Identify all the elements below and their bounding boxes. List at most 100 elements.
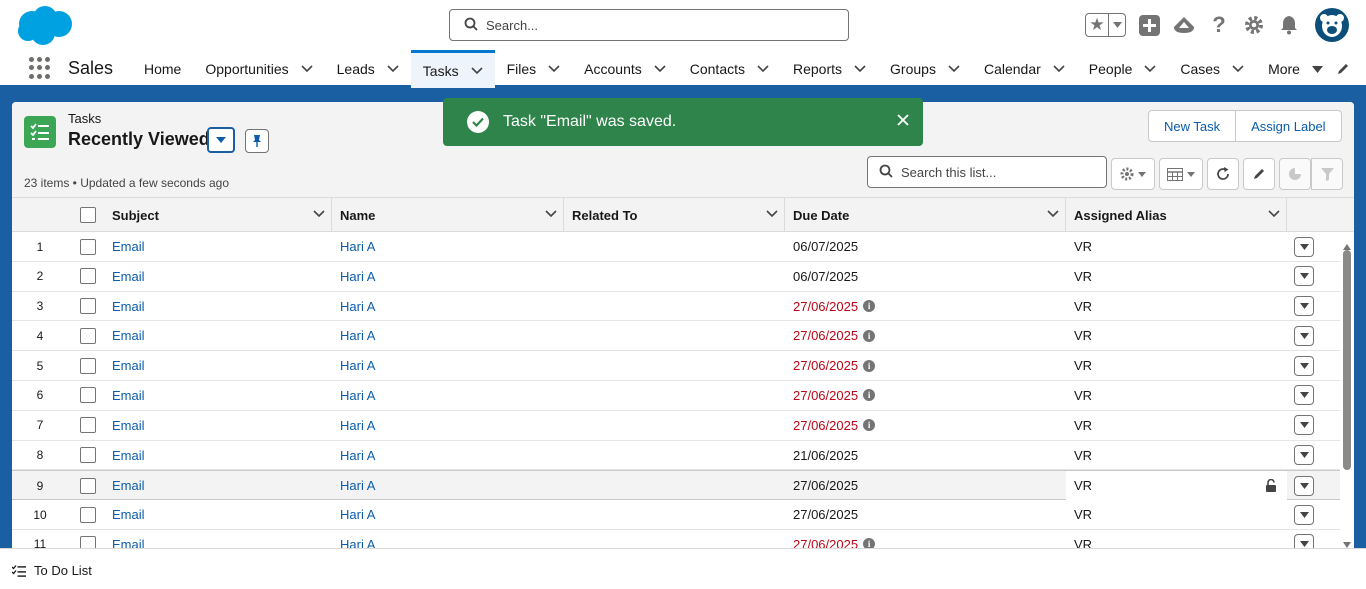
nav-item-cases[interactable]: Cases	[1168, 50, 1256, 88]
chevron-down-icon[interactable]	[1232, 65, 1244, 73]
table-scrollbar[interactable]	[1340, 232, 1354, 548]
row-checkbox[interactable]	[80, 477, 96, 494]
row-checkbox[interactable]	[80, 536, 96, 548]
subject-link[interactable]: Email	[112, 388, 145, 403]
nav-item-people[interactable]: People	[1077, 50, 1169, 88]
overdue-info-icon[interactable]: i	[863, 359, 876, 372]
chevron-down-icon[interactable]	[301, 65, 313, 73]
name-link[interactable]: Hari A	[340, 537, 375, 548]
name-link[interactable]: Hari A	[340, 239, 375, 254]
inline-edit-button[interactable]	[1243, 158, 1275, 190]
name-link[interactable]: Hari A	[340, 418, 375, 433]
close-icon[interactable]	[897, 114, 909, 129]
row-actions-button[interactable]	[1294, 504, 1314, 525]
pin-list-view-button[interactable]	[245, 129, 269, 153]
subject-link[interactable]: Email	[112, 507, 145, 522]
row-checkbox[interactable]	[80, 506, 96, 523]
add-icon[interactable]	[1137, 13, 1161, 37]
row-actions-button[interactable]	[1294, 415, 1314, 436]
list-view-controls-button[interactable]	[1111, 158, 1155, 190]
column-header-subject[interactable]: Subject	[104, 198, 332, 232]
list-view-title[interactable]: Recently Viewed	[68, 129, 210, 150]
filters-button[interactable]	[1311, 158, 1343, 190]
favorites-menu-chevron-icon[interactable]	[1109, 22, 1125, 28]
nav-item-groups[interactable]: Groups	[878, 50, 972, 88]
refresh-button[interactable]	[1207, 158, 1239, 190]
chevron-down-icon[interactable]	[1144, 65, 1156, 73]
favorites-button-group[interactable]: ★	[1085, 13, 1126, 37]
user-avatar[interactable]	[1315, 8, 1349, 42]
overdue-info-icon[interactable]: i	[863, 389, 876, 402]
chevron-down-icon[interactable]	[1047, 210, 1059, 218]
name-link[interactable]: Hari A	[340, 507, 375, 522]
scroll-down-arrow-icon[interactable]	[1343, 536, 1351, 548]
nav-item-calendar[interactable]: Calendar	[972, 50, 1077, 88]
nav-item-files[interactable]: Files	[495, 50, 573, 88]
chevron-down-icon[interactable]	[1268, 210, 1280, 218]
row-actions-button[interactable]	[1294, 325, 1314, 346]
chevron-down-icon[interactable]	[313, 210, 325, 218]
list-search[interactable]	[867, 156, 1107, 188]
nav-item-more[interactable]: More	[1256, 50, 1335, 88]
nav-item-tasks[interactable]: Tasks	[410, 50, 495, 88]
chevron-down-icon[interactable]	[948, 65, 960, 73]
utility-item-to-do-list[interactable]: To Do List	[12, 563, 92, 578]
column-header-assigned-alias[interactable]: Assigned Alias	[1066, 198, 1287, 232]
subject-link[interactable]: Email	[112, 448, 145, 463]
subject-link[interactable]: Email	[112, 537, 145, 548]
help-icon[interactable]: ?	[1207, 12, 1231, 37]
row-actions-button[interactable]	[1294, 236, 1314, 257]
row-checkbox[interactable]	[80, 417, 96, 434]
row-actions-button[interactable]	[1294, 266, 1314, 287]
overdue-info-icon[interactable]: i	[863, 300, 876, 313]
chevron-down-icon[interactable]	[387, 65, 399, 73]
chevron-down-icon[interactable]	[766, 210, 778, 218]
column-header-name[interactable]: Name	[332, 198, 564, 232]
display-as-table-button[interactable]	[1159, 158, 1203, 190]
name-link[interactable]: Hari A	[340, 478, 375, 493]
salesforce-logo[interactable]	[14, 4, 76, 46]
chevron-down-icon[interactable]	[1053, 65, 1065, 73]
column-header-due-date[interactable]: Due Date	[785, 198, 1066, 232]
chevron-down-icon[interactable]	[654, 65, 666, 73]
row-actions-button[interactable]	[1294, 445, 1314, 466]
row-checkbox[interactable]	[80, 268, 96, 285]
chevron-down-icon[interactable]	[471, 66, 483, 75]
nav-item-reports[interactable]: Reports	[781, 50, 878, 88]
row-checkbox[interactable]	[80, 327, 96, 344]
overdue-info-icon[interactable]: i	[863, 538, 876, 548]
nav-item-home[interactable]: Home	[132, 50, 193, 88]
list-search-input[interactable]	[901, 164, 1101, 180]
subject-link[interactable]: Email	[112, 269, 145, 284]
overdue-info-icon[interactable]: i	[863, 329, 876, 342]
row-checkbox[interactable]	[80, 298, 96, 315]
column-header-related-to[interactable]: Related To	[564, 198, 785, 232]
chevron-down-icon[interactable]	[757, 65, 769, 73]
overdue-info-icon[interactable]: i	[863, 419, 876, 432]
row-actions-button[interactable]	[1294, 475, 1314, 496]
app-launcher-icon[interactable]	[29, 57, 51, 79]
nav-item-opportunities[interactable]: Opportunities	[193, 50, 324, 88]
edit-nav-pencil-icon[interactable]	[1336, 62, 1350, 79]
assign-label-button[interactable]: Assign Label	[1236, 110, 1342, 142]
chevron-down-icon[interactable]	[548, 65, 560, 73]
name-link[interactable]: Hari A	[340, 269, 375, 284]
name-link[interactable]: Hari A	[340, 299, 375, 314]
name-link[interactable]: Hari A	[340, 358, 375, 373]
global-search-input[interactable]	[486, 17, 826, 33]
setup-gear-icon[interactable]	[1242, 13, 1266, 37]
row-actions-button[interactable]	[1294, 296, 1314, 317]
subject-link[interactable]: Email	[112, 299, 145, 314]
nav-item-accounts[interactable]: Accounts	[572, 50, 678, 88]
row-actions-button[interactable]	[1294, 385, 1314, 406]
subject-link[interactable]: Email	[112, 328, 145, 343]
chevron-down-icon[interactable]	[545, 210, 557, 218]
notifications-bell-icon[interactable]	[1277, 13, 1301, 37]
subject-link[interactable]: Email	[112, 239, 145, 254]
select-all-checkbox[interactable]	[80, 207, 96, 223]
scrollbar-thumb[interactable]	[1343, 250, 1351, 470]
subject-link[interactable]: Email	[112, 418, 145, 433]
name-link[interactable]: Hari A	[340, 388, 375, 403]
subject-link[interactable]: Email	[112, 358, 145, 373]
row-actions-button[interactable]	[1294, 534, 1314, 548]
